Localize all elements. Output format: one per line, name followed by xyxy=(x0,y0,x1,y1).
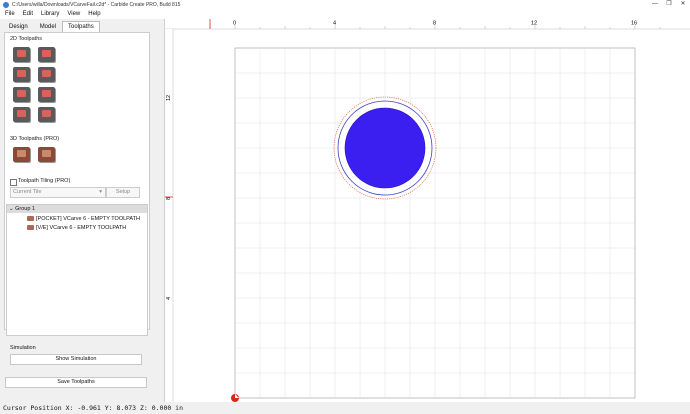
tab-model[interactable]: Model xyxy=(34,21,62,32)
close-button[interactable]: ✕ xyxy=(676,0,690,9)
ruler-x-label: 4 xyxy=(333,21,336,27)
toolpath-label: [V/E] VCarve 6 - EMPTY TOOLPATH xyxy=(36,225,127,231)
window-title: C:/Users/willa/Downloads/VCarveFail.c2d*… xyxy=(12,1,181,8)
pocket-toolpath-icon[interactable] xyxy=(38,47,55,62)
3d-finish-icon[interactable] xyxy=(38,147,55,162)
ruler-y-label: 8 xyxy=(166,197,172,200)
section-3d-toolpaths: 3D Toolpaths (PRO) xyxy=(10,136,60,142)
design-canvas[interactable]: 0 4 8 12 16 12 8 4 xyxy=(165,19,690,402)
toolpath-tree: ⌄ Group 1 [POCKET] VCarve 6 - EMPTY TOOL… xyxy=(6,204,148,336)
chevron-down-icon: ▾ xyxy=(99,189,102,195)
rough-toolpath-icon[interactable] xyxy=(38,107,55,122)
section-2d-toolpaths: 2D Toolpaths xyxy=(10,36,43,42)
group-label: Group 1 xyxy=(15,206,36,212)
toolpath-label: [POCKET] VCarve 6 - EMPTY TOOLPATH xyxy=(36,216,141,222)
menu-help[interactable]: Help xyxy=(88,11,100,17)
menu-view[interactable]: View xyxy=(67,11,80,17)
top-ruler xyxy=(165,19,690,29)
list-item[interactable]: [POCKET] VCarve 6 - EMPTY TOOLPATH xyxy=(27,215,140,223)
ruler-x-label: 0 xyxy=(233,21,236,27)
left-ruler xyxy=(165,29,173,402)
menu-library[interactable]: Library xyxy=(41,11,59,17)
ruler-x-label: 8 xyxy=(433,21,436,27)
vcarve-toolpath-icon[interactable] xyxy=(38,87,55,102)
menu-file[interactable]: File xyxy=(5,11,15,17)
group-row[interactable]: ⌄ Group 1 xyxy=(7,205,147,213)
contour-toolpath-icon[interactable] xyxy=(13,47,30,62)
maximize-button[interactable]: ❐ xyxy=(662,0,676,9)
current-tile-select[interactable]: Current Tile ▾ xyxy=(10,187,106,198)
app-icon xyxy=(3,1,9,8)
status-bar: Cursor Position X: -0.961 Y: 8.073 Z: 0.… xyxy=(0,402,690,414)
toolpath-icon xyxy=(27,225,34,231)
3d-rough-icon[interactable] xyxy=(13,147,30,162)
tiling-label: Toolpath Tiling (PRO) xyxy=(18,178,71,184)
current-tile-value: Current Tile xyxy=(13,189,42,195)
minimize-button[interactable]: — xyxy=(648,0,662,9)
tab-bar: Design Model Toolpaths xyxy=(3,21,164,32)
advanced-vcarve-icon[interactable] xyxy=(38,67,55,82)
menu-edit[interactable]: Edit xyxy=(23,11,33,17)
chevron-down-icon[interactable]: ⌄ xyxy=(9,206,14,212)
setup-button[interactable]: Setup xyxy=(106,187,140,198)
ruler-x-label: 12 xyxy=(531,21,537,27)
tab-toolpaths[interactable]: Toolpaths xyxy=(62,21,100,32)
texture-toolpath-icon[interactable] xyxy=(13,87,30,102)
drill-toolpath-icon[interactable] xyxy=(13,67,30,82)
tiling-checkbox[interactable] xyxy=(10,179,17,186)
save-toolpaths-button[interactable]: Save Toolpaths xyxy=(5,377,147,388)
origin-marker-icon xyxy=(231,394,239,402)
ruler-y-label: 12 xyxy=(166,95,172,101)
ruler-y-label: 4 xyxy=(166,297,172,300)
simulation-label: Simulation xyxy=(10,345,36,351)
title-bar: C:/Users/willa/Downloads/VCarveFail.c2d*… xyxy=(0,0,690,9)
ruler-x-label: 16 xyxy=(631,21,637,27)
toolpath-icon xyxy=(27,216,34,222)
canvas-area[interactable]: 0 4 8 12 16 12 8 4 xyxy=(165,19,690,402)
facing-toolpath-icon[interactable] xyxy=(13,107,30,122)
left-panel: Design Model Toolpaths 2D Toolpaths 3D T… xyxy=(0,19,165,402)
pocket-fill-circle[interactable] xyxy=(344,107,426,189)
list-item[interactable]: [V/E] VCarve 6 - EMPTY TOOLPATH xyxy=(27,224,126,232)
tab-design[interactable]: Design xyxy=(3,21,34,32)
stock-grid xyxy=(234,47,636,399)
show-simulation-button[interactable]: Show Simulation xyxy=(10,354,142,365)
